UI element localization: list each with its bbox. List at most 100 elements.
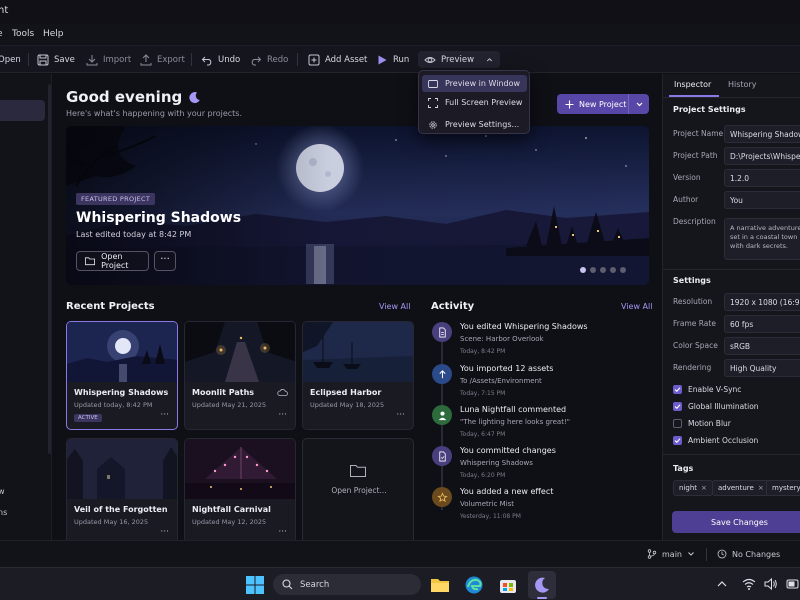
tab-history[interactable]: History: [728, 80, 756, 89]
volume-icon[interactable]: [764, 577, 778, 591]
save-changes-button[interactable]: Save Changes: [672, 511, 800, 533]
setting-checkbox[interactable]: Motion Blur: [673, 419, 731, 428]
setting-select[interactable]: 1920 x 1080 (16:9): [724, 293, 800, 311]
sidebar-scrollbar[interactable]: [48, 84, 51, 454]
project-thumbnail: [67, 322, 177, 382]
store-icon[interactable]: [498, 575, 518, 595]
carousel-dot[interactable]: [610, 267, 616, 273]
tab-inspector[interactable]: Inspector: [674, 80, 711, 89]
project-more-button[interactable]: ···: [160, 527, 169, 537]
description-textarea[interactable]: A narrative adventure set in a coastal t…: [724, 218, 800, 260]
undo-button[interactable]: Undo: [201, 51, 240, 68]
activity-time: Today, 8:42 PM: [460, 348, 506, 355]
project-more-button[interactable]: ···: [160, 410, 169, 420]
changes-status[interactable]: No Changes: [717, 549, 780, 559]
new-project-button[interactable]: New Project: [557, 94, 629, 114]
open-project-button[interactable]: Open Project: [76, 251, 149, 271]
full-screen-preview-item[interactable]: Full Screen Preview: [422, 94, 527, 111]
commit-activity-icon: [432, 446, 452, 466]
project-card[interactable]: Veil of the Forgotten Updated May 16, 20…: [66, 438, 178, 547]
window-icon: [428, 79, 438, 88]
redo-button[interactable]: Redo: [250, 51, 288, 68]
setting-select[interactable]: sRGB: [724, 337, 800, 355]
home-main: Good evening Here's what's happening wit…: [52, 74, 662, 547]
sidebar-active-item[interactable]: [0, 100, 45, 121]
moon-app-icon[interactable]: [532, 575, 552, 595]
sidebar-item-fragment[interactable]: w: [0, 487, 5, 496]
setting-select[interactable]: High Quality: [724, 359, 800, 377]
tag-chip[interactable]: adventure ×: [712, 480, 770, 496]
preview-settings-item[interactable]: Preview Settings...: [422, 116, 527, 133]
status-divider: [706, 548, 707, 561]
featured-more-button[interactable]: ···: [154, 251, 176, 271]
page-subtitle: Here's what's happening with your projec…: [66, 109, 243, 118]
menu-fragment[interactable]: e: [0, 29, 3, 39]
field-input[interactable]: D:\Projects\Whispering: [724, 147, 800, 165]
checkbox-label: Ambient Occlusion: [688, 436, 759, 445]
eye-icon: [424, 56, 436, 63]
project-thumbnail: [67, 439, 177, 499]
export-button[interactable]: Export: [140, 51, 185, 68]
project-card[interactable]: Nightfall Carnival Updated May 12, 2025 …: [184, 438, 296, 547]
carousel-dot[interactable]: [590, 267, 596, 273]
carousel-dot[interactable]: [620, 267, 626, 273]
carousel-dot[interactable]: [600, 267, 606, 273]
project-name: Moonlit Paths: [192, 388, 255, 397]
preview-in-window-item[interactable]: Preview in Window: [422, 75, 527, 92]
featured-project-tag: FEATURED PROJECT: [76, 193, 156, 205]
carousel-dot[interactable]: [580, 267, 586, 273]
checkbox-checked[interactable]: [673, 402, 682, 411]
recent-projects-title: Recent Projects: [66, 301, 155, 312]
project-card[interactable]: Whispering Shadows Updated today, 8:42 P…: [66, 321, 178, 430]
branch-selector[interactable]: main: [647, 549, 695, 559]
file-explorer-icon[interactable]: [430, 575, 450, 595]
import-button[interactable]: Import: [86, 51, 131, 68]
project-more-button[interactable]: ···: [396, 410, 405, 420]
recent-view-all-link[interactable]: View All: [379, 302, 410, 311]
checkbox-checked[interactable]: [673, 436, 682, 445]
taskbar-search[interactable]: Search: [273, 574, 421, 595]
toolbar: Open Save Import Export Undo Redo Add As…: [0, 46, 800, 73]
checkbox-checked[interactable]: [673, 385, 682, 394]
project-more-button[interactable]: ···: [278, 527, 287, 537]
setting-checkbox[interactable]: Enable V-Sync: [673, 385, 741, 394]
close-icon[interactable]: ×: [701, 484, 707, 492]
menu-tools[interactable]: Tools: [12, 29, 34, 39]
tag-chip[interactable]: mystery×: [766, 480, 800, 496]
project-updated: Updated May 12, 2025: [192, 518, 267, 526]
featured-project-banner[interactable]: FEATURED PROJECT Whispering Shadows Last…: [66, 126, 649, 285]
project-card[interactable]: Moonlit Paths Updated May 21, 2025 ···: [184, 321, 296, 430]
menu-help[interactable]: Help: [43, 29, 64, 39]
sidebar-item-fragment[interactable]: ns: [0, 508, 7, 517]
chevron-up-icon[interactable]: [716, 578, 728, 590]
run-button[interactable]: Run: [376, 51, 409, 68]
field-input[interactable]: You: [724, 191, 800, 209]
upload-activity-icon: [432, 364, 452, 384]
setting-label: Frame Rate: [673, 319, 716, 328]
open-project-card[interactable]: Open Project...: [302, 438, 414, 547]
checkbox-unchecked[interactable]: [673, 419, 682, 428]
activity-view-all-link[interactable]: View All: [621, 302, 652, 311]
save-button[interactable]: Save: [37, 51, 75, 68]
tag-chip[interactable]: night ×: [673, 480, 713, 496]
project-more-button[interactable]: ···: [278, 410, 287, 420]
wifi-icon[interactable]: [742, 577, 756, 591]
left-sidebar: w ns: [0, 74, 52, 540]
edge-browser-icon[interactable]: [464, 575, 484, 595]
setting-checkbox[interactable]: Global Illumination: [673, 402, 759, 411]
project-card[interactable]: Eclipsed Harbor Updated May 18, 2025 ···: [302, 321, 414, 430]
field-label: Version: [673, 173, 701, 182]
user-activity-icon: [432, 405, 452, 425]
add-asset-button[interactable]: Add Asset: [308, 51, 367, 68]
setting-checkbox[interactable]: Ambient Occlusion: [673, 436, 758, 445]
open-button[interactable]: Open: [0, 51, 21, 68]
checkbox-label: Global Illumination: [688, 402, 759, 411]
windows-start-icon[interactable]: [245, 575, 265, 595]
new-project-menu-button[interactable]: [629, 100, 649, 109]
field-input[interactable]: Whispering Shadows: [724, 125, 800, 143]
battery-icon[interactable]: [786, 577, 800, 591]
close-icon[interactable]: ×: [758, 484, 764, 492]
field-input[interactable]: 1.2.0: [724, 169, 800, 187]
setting-select[interactable]: 60 fps: [724, 315, 800, 333]
preview-button[interactable]: Preview: [418, 51, 501, 68]
